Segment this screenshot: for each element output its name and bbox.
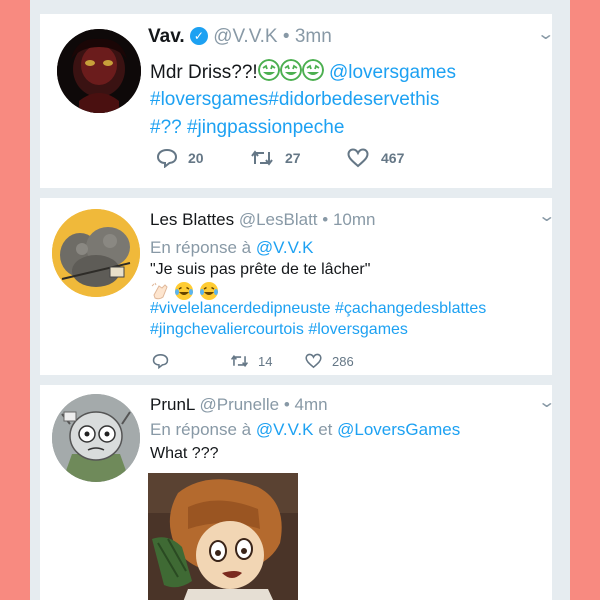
retweet-count: 14 <box>258 353 273 369</box>
timeline: Vav. ✓ @V.V.K • 3mn ⌄ Mdr Driss??! @love… <box>30 0 570 600</box>
reply-action[interactable] <box>152 353 169 369</box>
tweet-text: "Je suis pas prête de te lâcher" <box>150 261 371 278</box>
reply-context-label: En réponse à <box>150 420 252 439</box>
tweet-text: Mdr Driss??! @loversgames <box>150 59 456 85</box>
hashtag-link[interactable]: #loversgames <box>150 89 268 110</box>
mention-link[interactable]: @V.V.K <box>256 238 314 257</box>
chevron-down-icon[interactable]: ⌄ <box>537 392 556 412</box>
display-name[interactable]: PrunL <box>150 395 195 414</box>
avatar[interactable] <box>52 394 140 482</box>
chevron-down-icon[interactable]: ⌄ <box>537 206 556 226</box>
retweet-action[interactable]: 27 <box>250 148 301 168</box>
reply-action[interactable]: 20 <box>156 148 204 168</box>
media-image[interactable] <box>148 473 298 600</box>
tweet-card[interactable]: PrunL @Prunelle • 4mn ⌄ En réponse à @V.… <box>40 385 556 600</box>
like-count: 467 <box>381 150 405 166</box>
crying-laughing-face-icon <box>257 59 280 81</box>
reply-icon <box>156 148 178 168</box>
separator: • <box>322 210 329 229</box>
separator: • <box>283 395 290 414</box>
like-count: 286 <box>332 353 354 369</box>
separator: • <box>282 26 290 47</box>
like-action[interactable]: 467 <box>347 148 404 168</box>
mention-link[interactable]: @LoversGames <box>337 420 460 439</box>
handle[interactable]: @V.V.K <box>213 26 277 47</box>
hashtag-link[interactable]: #loversgames <box>308 321 408 338</box>
hashtag-link[interactable]: #vivelelancerdedipneuste <box>150 300 331 317</box>
tweet-card[interactable]: Les Blattes @LesBlatt • 10mn ⌄ En répons… <box>40 198 556 375</box>
hashtag-link[interactable]: #çachangedesblattes <box>335 300 486 317</box>
retweet-icon <box>251 150 273 166</box>
retweet-icon <box>230 354 249 368</box>
heart-icon <box>305 353 322 369</box>
heart-icon <box>347 148 369 168</box>
reply-context-label: En réponse à <box>150 238 252 257</box>
timestamp[interactable]: 4mn <box>295 395 328 414</box>
reply-joiner: et <box>318 420 333 439</box>
retweet-action[interactable]: 14 <box>230 353 272 369</box>
tweet-text-start: Mdr Driss??! <box>150 62 258 83</box>
crying-laughing-face-icon <box>301 59 324 81</box>
display-name[interactable]: Vav. <box>148 26 185 47</box>
hashtag-link[interactable]: #jingchevaliercourtois <box>150 321 304 338</box>
verified-badge-icon: ✓ <box>189 27 208 45</box>
hashtag-link[interactable]: #jingpassionpeche <box>187 117 344 138</box>
handle[interactable]: @Prunelle <box>199 395 279 414</box>
handle[interactable]: @LesBlatt <box>239 210 318 229</box>
timestamp[interactable]: 10mn <box>333 210 376 229</box>
emoji-group <box>257 59 324 83</box>
avatar[interactable] <box>57 29 141 113</box>
tweet-card[interactable]: Vav. ✓ @V.V.K • 3mn ⌄ Mdr Driss??! @love… <box>40 14 555 188</box>
display-name[interactable]: Les Blattes <box>150 210 234 229</box>
hashtag-link[interactable]: #didorbedeservethis <box>268 89 439 110</box>
like-action[interactable]: 286 <box>305 353 354 369</box>
crying-laughing-face-icon <box>279 59 302 81</box>
retweet-count: 27 <box>285 150 301 166</box>
timestamp[interactable]: 3mn <box>295 26 332 47</box>
reply-count: 20 <box>188 150 204 166</box>
avatar[interactable] <box>52 209 140 297</box>
hashtag-link[interactable]: #?? <box>150 117 182 138</box>
chevron-down-icon[interactable]: ⌄ <box>536 24 555 44</box>
mention-link[interactable]: @loversgames <box>329 62 456 83</box>
mention-link[interactable]: @V.V.K <box>256 420 314 439</box>
tweet-text: What ??? <box>150 445 219 462</box>
reply-icon <box>152 354 169 369</box>
